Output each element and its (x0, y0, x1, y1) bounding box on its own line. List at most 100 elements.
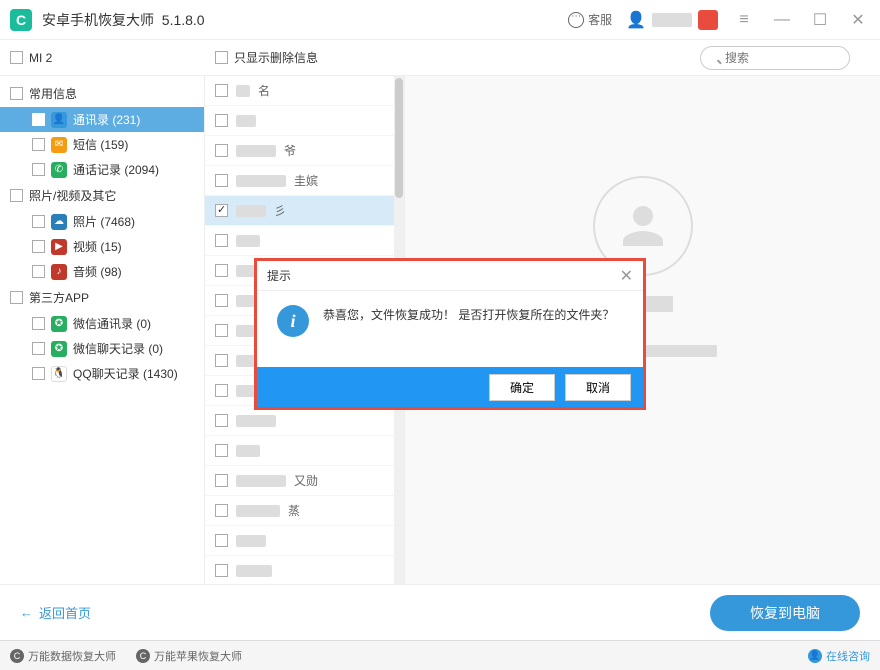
group-checkbox[interactable] (10, 291, 23, 304)
row-checkbox[interactable] (215, 144, 228, 157)
list-item[interactable] (205, 406, 404, 436)
consult-icon: 👤 (808, 649, 822, 663)
wx-icon: ✪ (51, 316, 67, 332)
contact-text-blurred (236, 535, 266, 547)
row-checkbox[interactable] (215, 174, 228, 187)
photo-icon: ☁ (51, 214, 67, 230)
app-logo-icon: C (136, 649, 150, 663)
list-item[interactable]: 彡 (205, 196, 404, 226)
list-item[interactable] (205, 226, 404, 256)
back-home-link[interactable]: ← 返回首页 (20, 603, 91, 622)
close-button[interactable]: ✕ (846, 8, 870, 32)
list-item[interactable]: 蒸 (205, 496, 404, 526)
tree-item[interactable]: ✉ 短信 (159) (0, 132, 204, 157)
dialog-title: 提示 (267, 267, 291, 284)
person-icon (613, 196, 673, 256)
list-item[interactable]: 圭嫔 (205, 166, 404, 196)
row-checkbox[interactable] (215, 384, 228, 397)
group-label: 照片/视频及其它 (29, 187, 116, 204)
tree-group[interactable]: 第三方APP (0, 284, 204, 311)
tree-item[interactable]: ▶视频 (15) (0, 234, 204, 259)
item-label: 短信 (159) (73, 136, 128, 153)
maximize-button[interactable]: ☐ (808, 8, 832, 32)
group-checkbox[interactable] (10, 87, 23, 100)
tree-item[interactable]: ☁照片 (7468) (0, 209, 204, 234)
row-checkbox[interactable] (215, 294, 228, 307)
row-checkbox[interactable] (215, 204, 228, 217)
filter-deleted-label: 只显示删除信息 (234, 49, 318, 66)
search-input[interactable] (700, 46, 850, 70)
row-checkbox[interactable] (215, 324, 228, 337)
row-checkbox[interactable] (215, 84, 228, 97)
row-checkbox[interactable] (215, 114, 228, 127)
item-checkbox[interactable] (32, 113, 45, 126)
tree-item[interactable]: ✪微信聊天记录 (0) (0, 336, 204, 361)
related-app-2[interactable]: C 万能苹果恢复大师 (136, 648, 242, 664)
list-item[interactable] (205, 526, 404, 556)
dialog-footer: 确定 取消 (257, 367, 643, 407)
scroll-thumb[interactable] (395, 78, 403, 198)
sms-icon: ✉ (51, 137, 67, 153)
group-label: 常用信息 (29, 85, 77, 102)
customer-service-link[interactable]: 客服 (568, 11, 612, 28)
success-dialog: 提示 ✕ i 恭喜您，文件恢复成功！ 是否打开恢复所在的文件夹？ 确定 取消 (254, 258, 646, 410)
row-checkbox[interactable] (215, 414, 228, 427)
row-checkbox[interactable] (215, 534, 228, 547)
contact-text-blurred (236, 235, 260, 247)
item-checkbox[interactable] (32, 240, 45, 253)
related-app-1[interactable]: C 万能数据恢复大师 (10, 648, 116, 664)
list-item[interactable]: 又勋 (205, 466, 404, 496)
tree-item[interactable]: 🐧QQ聊天记录 (1430) (0, 361, 204, 386)
tree-group[interactable]: 常用信息 (0, 80, 204, 107)
tree-item[interactable]: ♪音频 (98) (0, 259, 204, 284)
contact-suffix: 又勋 (294, 472, 318, 489)
item-checkbox[interactable] (32, 163, 45, 176)
contact-text-blurred (236, 175, 286, 187)
tree-item[interactable]: ✪微信通讯录 (0) (0, 311, 204, 336)
minimize-button[interactable]: — (770, 8, 794, 32)
list-item[interactable]: 名 (205, 76, 404, 106)
item-checkbox[interactable] (32, 215, 45, 228)
menu-button[interactable]: ≡ (732, 8, 756, 32)
recover-button[interactable]: 恢复到电脑 (710, 595, 860, 631)
row-checkbox[interactable] (215, 234, 228, 247)
online-consult-link[interactable]: 👤 在线咨询 (808, 648, 870, 664)
row-checkbox[interactable] (215, 504, 228, 517)
username-blurred (652, 13, 692, 27)
user-icon: 👤 (626, 10, 646, 30)
user-account[interactable]: 👤 (626, 10, 718, 30)
app-title: 安卓手机恢复大师 5.1.8.0 (42, 10, 205, 30)
contact-text-blurred (236, 115, 256, 127)
contact-text-blurred (236, 475, 286, 487)
item-checkbox[interactable] (32, 138, 45, 151)
contact-text-blurred (236, 385, 256, 397)
list-item[interactable]: 爷 (205, 136, 404, 166)
dialog-title-bar: 提示 ✕ (257, 261, 643, 291)
ok-button[interactable]: 确定 (489, 374, 555, 401)
list-item[interactable] (205, 106, 404, 136)
filter-deleted-checkbox[interactable] (215, 51, 228, 64)
item-checkbox[interactable] (32, 367, 45, 380)
device-name: MI 2 (29, 51, 52, 65)
group-checkbox[interactable] (10, 189, 23, 202)
tree-item[interactable]: ✆通话记录 (2094) (0, 157, 204, 182)
row-checkbox[interactable] (215, 354, 228, 367)
tree-item[interactable]: 👤通讯录 (231) (0, 107, 204, 132)
row-checkbox[interactable] (215, 264, 228, 277)
row-checkbox[interactable] (215, 564, 228, 577)
list-item[interactable] (205, 436, 404, 466)
tree-group[interactable]: 照片/视频及其它 (0, 182, 204, 209)
cancel-button[interactable]: 取消 (565, 374, 631, 401)
device-checkbox[interactable] (10, 51, 23, 64)
item-checkbox[interactable] (32, 342, 45, 355)
group-label: 第三方APP (29, 289, 89, 306)
row-checkbox[interactable] (215, 444, 228, 457)
row-checkbox[interactable] (215, 474, 228, 487)
dialog-close-icon[interactable]: ✕ (620, 266, 633, 286)
list-item[interactable] (205, 556, 404, 584)
item-checkbox[interactable] (32, 265, 45, 278)
contact-suffix: 彡 (274, 202, 286, 219)
info-icon: i (277, 305, 309, 337)
item-checkbox[interactable] (32, 317, 45, 330)
contact-text-blurred (236, 445, 260, 457)
